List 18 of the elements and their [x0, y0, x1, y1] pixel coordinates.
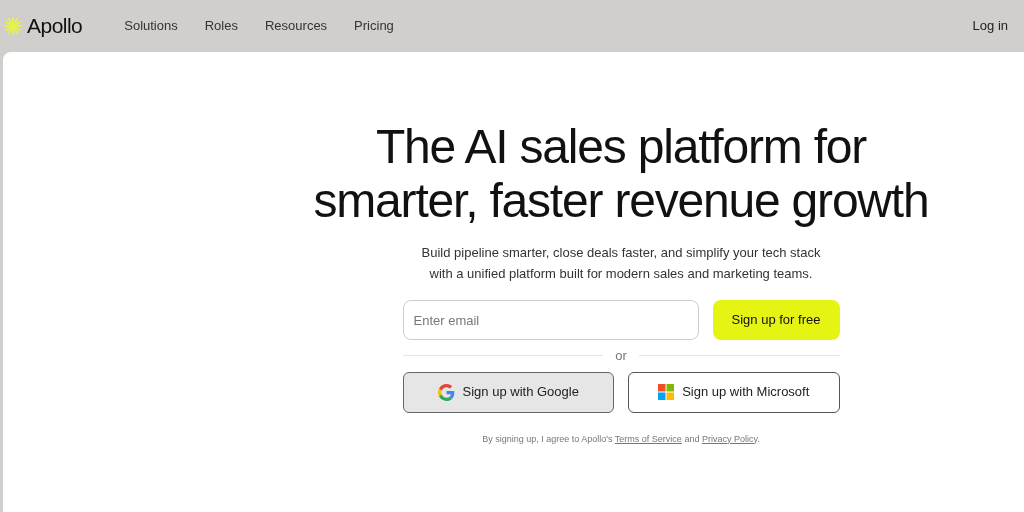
nav-link[interactable]: Roles [204, 16, 238, 36]
login-link[interactable]: Log in [972, 16, 1008, 36]
windows-logo-icon [658, 384, 675, 400]
asterisk-logo-icon [3, 16, 23, 36]
terms-of-service-link[interactable]: Terms of Service [614, 433, 682, 444]
or-divider-text: or [615, 347, 627, 365]
email-field[interactable]: Enter email [402, 300, 699, 340]
google-icon [437, 383, 455, 401]
nav-link[interactable]: Pricing [354, 16, 394, 36]
hero-subheading: Build pipeline smarter, close deals faster, and simplify your tech stack with a unified platform built for modern sales and marketing teams. [421, 244, 821, 283]
nav-link[interactable]: Resources [264, 16, 328, 36]
microsoft-sign-up-button[interactable]: Sign up with Microsoft [628, 371, 840, 413]
hero-heading: The AI sales platform for smarter, faster revenue growth [313, 120, 929, 228]
nav-link[interactable]: Solutions [124, 16, 178, 36]
apollo-logo-text[interactable]: Apollo [27, 10, 83, 42]
terms-notice: By signing up, I agree to Apollo's Terms of Service and Privacy Policy. [481, 432, 761, 446]
google-sign-up-button[interactable]: Sign up with Google [402, 371, 614, 413]
sign-up-free-button[interactable]: Sign up for free [712, 300, 840, 340]
